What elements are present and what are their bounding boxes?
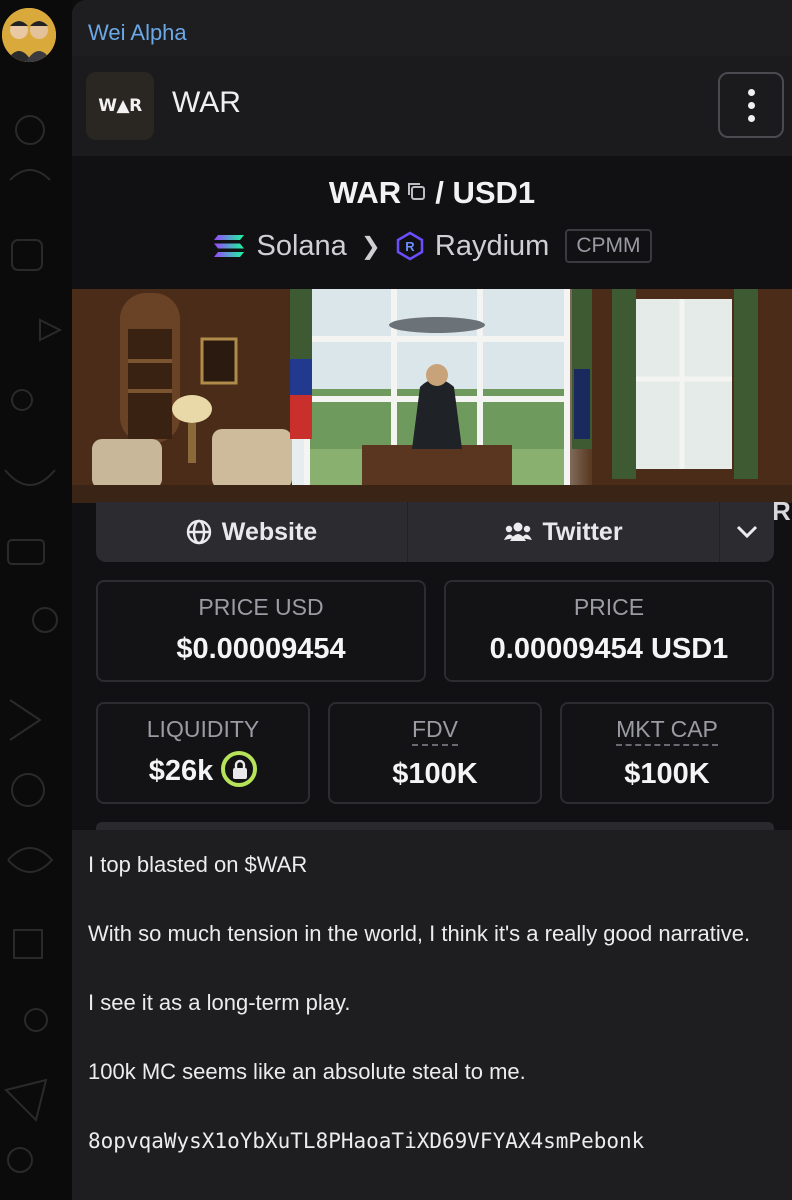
price-usd-label: PRICE USD xyxy=(198,594,324,620)
message-text: I top blasted on $WAR With so much tensi… xyxy=(88,848,768,1158)
contract-address[interactable]: 8opvqaWysX1oYbXuTL8PHaoaTiXD69VFYAX4smPe… xyxy=(88,1124,768,1158)
svg-text:R: R xyxy=(405,239,415,254)
message-paragraph: 100k MC seems like an absolute steal to … xyxy=(88,1059,526,1084)
expand-links-button[interactable] xyxy=(720,502,774,562)
chain-breadcrumb: Solana ❯ R Raydium CPMM xyxy=(72,226,792,266)
fdv-label: FDV xyxy=(412,716,458,746)
pair-base: WAR xyxy=(328,175,402,211)
chevron-down-icon xyxy=(736,525,758,539)
dex-screenshot-card: W▲R WAR WAR / USD1 Solana ❯ R Raydium CP… xyxy=(72,56,792,830)
token-logo-text: W▲R xyxy=(98,96,142,116)
liquidity-value: $26k xyxy=(148,755,214,787)
price-quote-stat: PRICE 0.00009454 USD1 xyxy=(444,580,774,682)
fdv-stat[interactable]: FDV $100K xyxy=(328,702,542,804)
copy-icon[interactable] xyxy=(405,174,427,210)
menu-dot-icon xyxy=(747,101,755,109)
raydium-icon: R xyxy=(396,231,424,261)
menu-dot-icon xyxy=(747,88,755,96)
website-label: Website xyxy=(221,517,318,546)
globe-icon xyxy=(186,519,211,545)
price-quote-value: 0.00009454 USD1 xyxy=(489,633,729,665)
price-label: PRICE xyxy=(573,594,645,620)
mktcap-stat[interactable]: MKT CAP $100K xyxy=(560,702,774,804)
solana-icon xyxy=(214,235,245,257)
token-banner-image xyxy=(72,289,792,503)
mktcap-label: MKT CAP xyxy=(616,716,718,746)
message-paragraph: With so much tension in the world, I thi… xyxy=(88,921,751,946)
twitter-label: Twitter xyxy=(542,517,623,546)
message-bubble: Wei Alpha W▲R WAR WAR / USD1 Solana ❯ R … xyxy=(72,0,792,1200)
sender-avatar[interactable] xyxy=(2,8,56,62)
mktcap-value: $100K xyxy=(624,758,710,790)
dex-name[interactable]: Raydium xyxy=(435,230,549,263)
social-links-bar: Website Twitter xyxy=(96,502,774,562)
twitter-button[interactable]: Twitter xyxy=(408,502,720,562)
website-button[interactable]: Website xyxy=(96,502,408,562)
token-logo: W▲R xyxy=(86,72,154,140)
message-paragraph: I see it as a long-term play. xyxy=(88,990,351,1015)
banner-watermark: R xyxy=(772,496,791,526)
lock-icon[interactable] xyxy=(221,751,258,788)
fdv-value: $100K xyxy=(392,758,478,790)
message-paragraph: I top blasted on $WAR xyxy=(88,852,308,877)
menu-dot-icon xyxy=(747,114,755,122)
more-options-button[interactable] xyxy=(718,72,784,138)
liquidity-label: LIQUIDITY xyxy=(146,716,260,742)
sender-name[interactable]: Wei Alpha xyxy=(88,20,187,46)
users-icon xyxy=(504,522,533,541)
pair-quote: USD1 xyxy=(452,175,536,211)
price-usd-value: $0.00009454 xyxy=(176,633,346,665)
chevron-right-icon: ❯ xyxy=(360,232,381,260)
token-header: W▲R WAR xyxy=(72,56,792,156)
price-usd-stat: PRICE USD $0.00009454 xyxy=(96,580,426,682)
trading-pair: WAR / USD1 xyxy=(72,174,792,216)
chat-wallpaper xyxy=(0,0,72,1200)
chain-name[interactable]: Solana xyxy=(256,230,346,263)
stats-tabs-peek xyxy=(96,822,774,830)
pair-separator: / xyxy=(435,175,444,211)
liquidity-stat: LIQUIDITY $26k xyxy=(96,702,310,804)
token-name: WAR xyxy=(172,86,241,119)
pool-type-badge: CPMM xyxy=(565,229,652,263)
